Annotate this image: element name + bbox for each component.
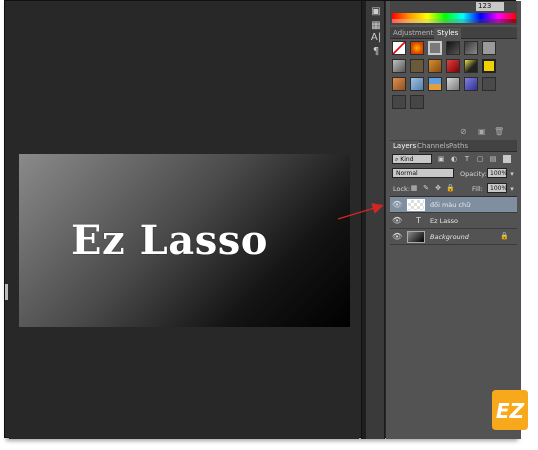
opacity-field[interactable]: 100% (487, 168, 507, 178)
chevron-down-icon[interactable]: ▾ (508, 185, 516, 193)
style-swatch[interactable] (392, 77, 406, 91)
type-filter-icon[interactable]: T (463, 155, 471, 163)
filter-kind-select[interactable]: ⌕ Kind (392, 154, 432, 164)
style-swatch[interactable] (446, 59, 460, 73)
layer-row[interactable]: 👁 T Ez Lasso (390, 213, 517, 229)
style-swatch[interactable] (482, 59, 496, 73)
trash-icon[interactable]: 🗑 (494, 127, 504, 136)
style-swatch[interactable] (410, 41, 424, 55)
style-swatch[interactable] (482, 77, 496, 91)
blend-mode-select[interactable]: Normal (392, 168, 454, 178)
style-swatch[interactable] (392, 41, 406, 55)
canvas-text: Ez Lasso (71, 217, 268, 264)
document-canvas[interactable]: Ez Lasso (19, 154, 350, 327)
style-swatch[interactable] (464, 59, 478, 73)
style-swatch[interactable] (428, 77, 442, 91)
color-value-field[interactable]: 123 (476, 2, 504, 11)
style-swatch[interactable] (392, 59, 406, 73)
clear-style-icon[interactable]: ⊘ (460, 127, 467, 136)
pixel-filter-icon[interactable]: ▣ (437, 155, 445, 163)
photoshop-window: Ez Lasso ▣ ▦ A| ¶ 123 Adjustments Styles (4, 0, 521, 439)
color-spectrum[interactable] (392, 13, 516, 23)
style-swatch[interactable] (428, 59, 442, 73)
ez-logo: EZ (492, 390, 528, 430)
eye-icon[interactable]: 👁 (392, 232, 402, 242)
style-swatch[interactable] (482, 41, 496, 55)
filter-toggle[interactable] (503, 155, 511, 163)
smart-object-filter-icon[interactable]: ▤ (489, 155, 497, 163)
layer-row[interactable]: 👁 đổi màu chữ (390, 197, 517, 213)
filter-kind-value: Kind (400, 156, 414, 163)
layer-thumbnail (407, 231, 425, 243)
right-panel-dock: 123 Adjustments Styles ⊘ ▣ 🗑 Layers Chan… (386, 1, 521, 439)
type-layer-icon: T (416, 216, 421, 225)
lock-icon: 🔒 (500, 232, 509, 240)
eye-icon[interactable]: 👁 (392, 200, 402, 210)
tab-paths[interactable]: Paths (446, 141, 471, 152)
paragraph-panel-icon[interactable]: ¶ (369, 45, 383, 59)
styles-panel-footer: ⊘ ▣ 🗑 (390, 127, 517, 137)
shape-filter-icon[interactable]: ▢ (476, 155, 484, 163)
logo-text: EZ (496, 399, 525, 423)
lock-all-icon[interactable]: 🔒 (446, 184, 455, 192)
style-swatch[interactable] (464, 77, 478, 91)
color-picker-icon[interactable]: ▣ (369, 5, 383, 19)
color-panel: 123 (390, 1, 517, 25)
style-swatch[interactable] (410, 77, 424, 91)
layer-thumbnail (407, 199, 425, 211)
style-swatch[interactable] (446, 77, 460, 91)
tab-styles[interactable]: Styles (434, 28, 462, 39)
layers-tabbar: Layers Channels Paths (390, 140, 517, 152)
opacity-label: Opacity: (460, 170, 487, 178)
style-swatch[interactable] (446, 41, 460, 55)
lock-label: Lock: (393, 185, 411, 193)
fill-label: Fill: (472, 185, 483, 193)
eye-icon[interactable]: 👁 (392, 216, 402, 226)
new-style-icon[interactable]: ▣ (478, 127, 486, 136)
blend-row: Normal Opacity: 100% ▾ (390, 167, 517, 181)
style-swatch[interactable] (392, 95, 406, 109)
lock-position-icon[interactable]: ✥ (434, 184, 442, 192)
layer-row[interactable]: 👁 Background 🔒 (390, 229, 517, 245)
lock-row: Lock: ▦ ✎ ✥ 🔒 Fill: 100% ▾ (390, 182, 517, 196)
tab-adjustments[interactable]: Adjustments (390, 28, 440, 39)
adjustment-filter-icon[interactable]: ◐ (450, 155, 458, 163)
adjustments-tabbar: Adjustments Styles (390, 27, 517, 39)
style-swatch[interactable] (428, 41, 442, 55)
chevron-down-icon[interactable]: ▾ (508, 170, 516, 178)
layer-name: Background (430, 233, 469, 241)
style-swatch[interactable] (410, 59, 424, 73)
layer-name: Ez Lasso (430, 217, 458, 225)
collapsed-panel-strip: ▣ ▦ A| ¶ (367, 1, 385, 439)
document-workspace: Ez Lasso (9, 1, 359, 439)
layer-name: đổi màu chữ (430, 201, 471, 209)
style-swatch[interactable] (464, 41, 478, 55)
search-icon: ⌕ (395, 156, 399, 163)
fill-field[interactable]: 100% (487, 183, 507, 193)
scroll-indicator[interactable] (5, 284, 8, 300)
lock-transparent-icon[interactable]: ▦ (410, 184, 418, 192)
style-swatch[interactable] (410, 95, 424, 109)
character-panel-icon[interactable]: A| (369, 31, 383, 45)
lock-image-icon[interactable]: ✎ (422, 184, 430, 192)
layer-filter-row: ⌕ Kind ▣ ◐ T ▢ ▤ (390, 153, 517, 167)
